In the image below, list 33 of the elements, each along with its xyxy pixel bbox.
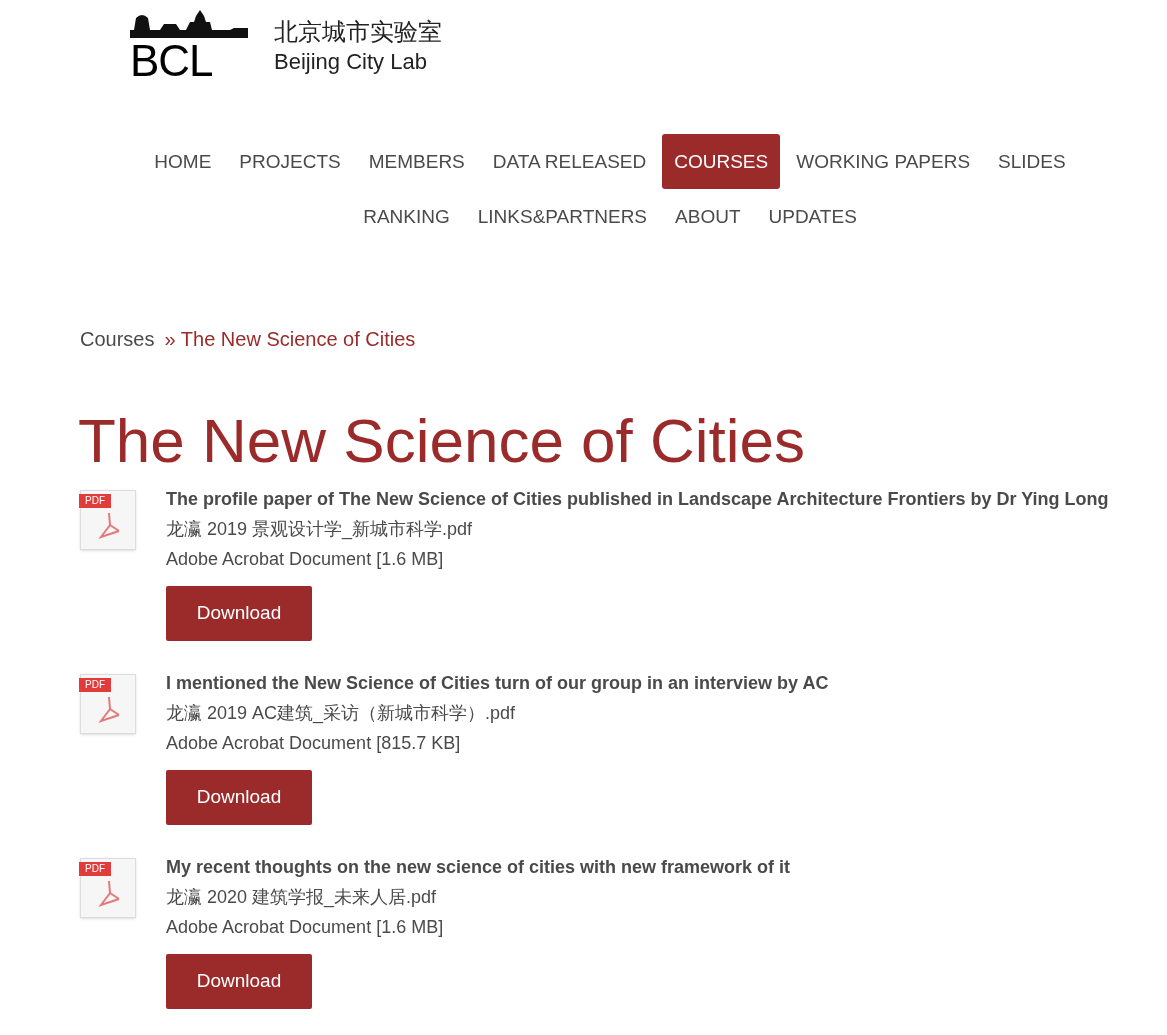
pdf-file-icon: PDF (80, 674, 136, 734)
nav-link[interactable]: COURSES (662, 134, 781, 189)
skyline-icon (130, 8, 248, 38)
file-name: 龙瀛 2019 景观设计学_新城市科学.pdf (166, 518, 474, 542)
nav-link[interactable]: SLIDES (986, 134, 1078, 189)
pdf-file-icon: PDF (80, 858, 136, 918)
file-meta: Adobe Acrobat Document [815.7 KB] (166, 732, 462, 755)
logo-mark: BCL (130, 38, 213, 84)
nav-link[interactable]: HOME (142, 134, 224, 189)
nav-link[interactable]: UPDATES (756, 189, 869, 244)
pdf-file-icon: PDF (80, 490, 136, 550)
logo-chinese-name: 北京城市实验室 (274, 17, 442, 47)
nav-link[interactable]: MEMBERS (356, 134, 477, 189)
logo-english-name: Beijing City Lab (274, 48, 428, 76)
download-button[interactable]: Download (166, 770, 312, 825)
breadcrumb-link[interactable]: Courses (80, 324, 155, 354)
file-name: 龙瀛 2020 建筑学报_未来人居.pdf (166, 886, 438, 910)
download-button[interactable]: Download (166, 954, 312, 1009)
file-title: I mentioned the New Science of Cities turn of our group in an interview by AC (166, 672, 830, 695)
file-meta: Adobe Acrobat Document [1.6 MB] (166, 548, 445, 571)
page-title: The New Science of Cities (77, 406, 807, 476)
nav-link[interactable]: WORKING PAPERS (784, 134, 983, 189)
nav-link[interactable]: PROJECTS (227, 134, 353, 189)
nav-link[interactable]: RANKING (351, 189, 462, 244)
nav-link[interactable]: LINKS&PARTNERS (465, 189, 660, 244)
file-title: My recent thoughts on the new science of cities with new framework of it (166, 856, 792, 879)
file-title: The profile paper of The New Science of Cities published in Landscape Architecture Frontiers by Dr Ying Long (166, 488, 1110, 511)
file-name: 龙瀛 2019 AC建筑_采访（新城市科学）.pdf (166, 702, 517, 726)
file-meta: Adobe Acrobat Document [1.6 MB] (166, 916, 445, 939)
nav-link[interactable]: ABOUT (663, 189, 753, 244)
breadcrumb-current: » The New Science of Cities (164, 327, 416, 352)
download-button[interactable]: Download (166, 586, 312, 641)
nav-link[interactable]: DATA RELEASED (480, 134, 659, 189)
